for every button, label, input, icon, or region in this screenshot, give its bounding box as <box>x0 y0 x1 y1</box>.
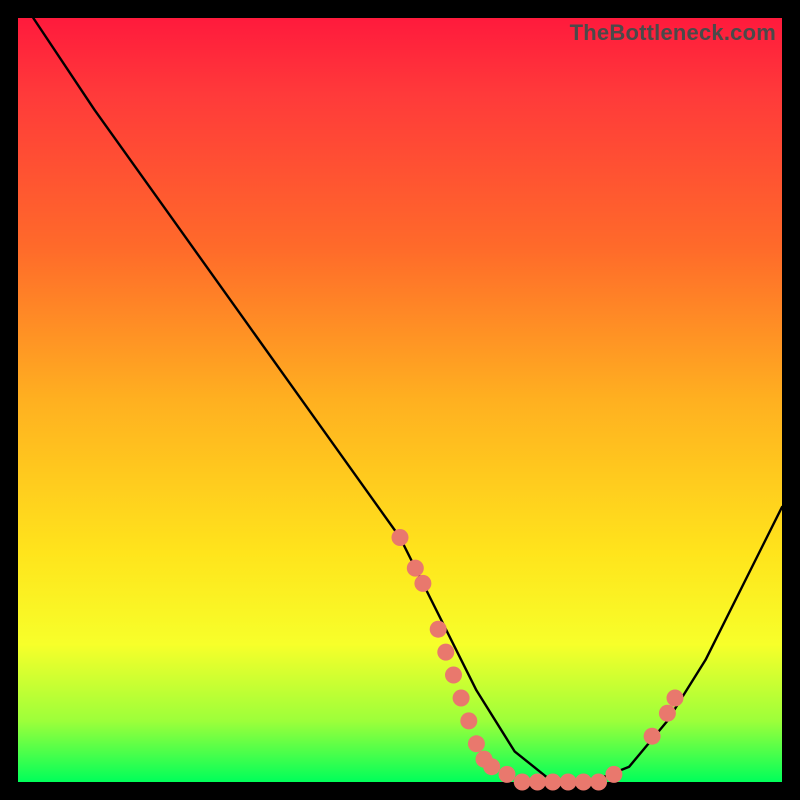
curve-marker <box>437 644 454 661</box>
curve-marker <box>483 758 500 775</box>
curve-marker <box>430 621 447 638</box>
curve-marker <box>514 774 531 791</box>
curve-marker <box>414 575 431 592</box>
curve-marker <box>605 766 622 783</box>
chart-frame: TheBottleneck.com <box>18 18 782 782</box>
curve-marker <box>560 774 577 791</box>
curve-marker <box>544 774 561 791</box>
curve-marker <box>407 560 424 577</box>
curve-marker <box>460 712 477 729</box>
bottleneck-curve <box>33 18 782 782</box>
curve-marker <box>644 728 661 745</box>
curve-marker <box>392 529 409 546</box>
curve-marker <box>590 774 607 791</box>
curve-marker <box>659 705 676 722</box>
curve-marker <box>453 690 470 707</box>
curve-marker <box>499 766 516 783</box>
chart-svg <box>18 18 782 782</box>
curve-marker <box>468 735 485 752</box>
curve-marker <box>445 667 462 684</box>
curve-marker <box>667 690 684 707</box>
curve-marker <box>529 774 546 791</box>
curve-markers <box>392 529 684 791</box>
curve-marker <box>575 774 592 791</box>
